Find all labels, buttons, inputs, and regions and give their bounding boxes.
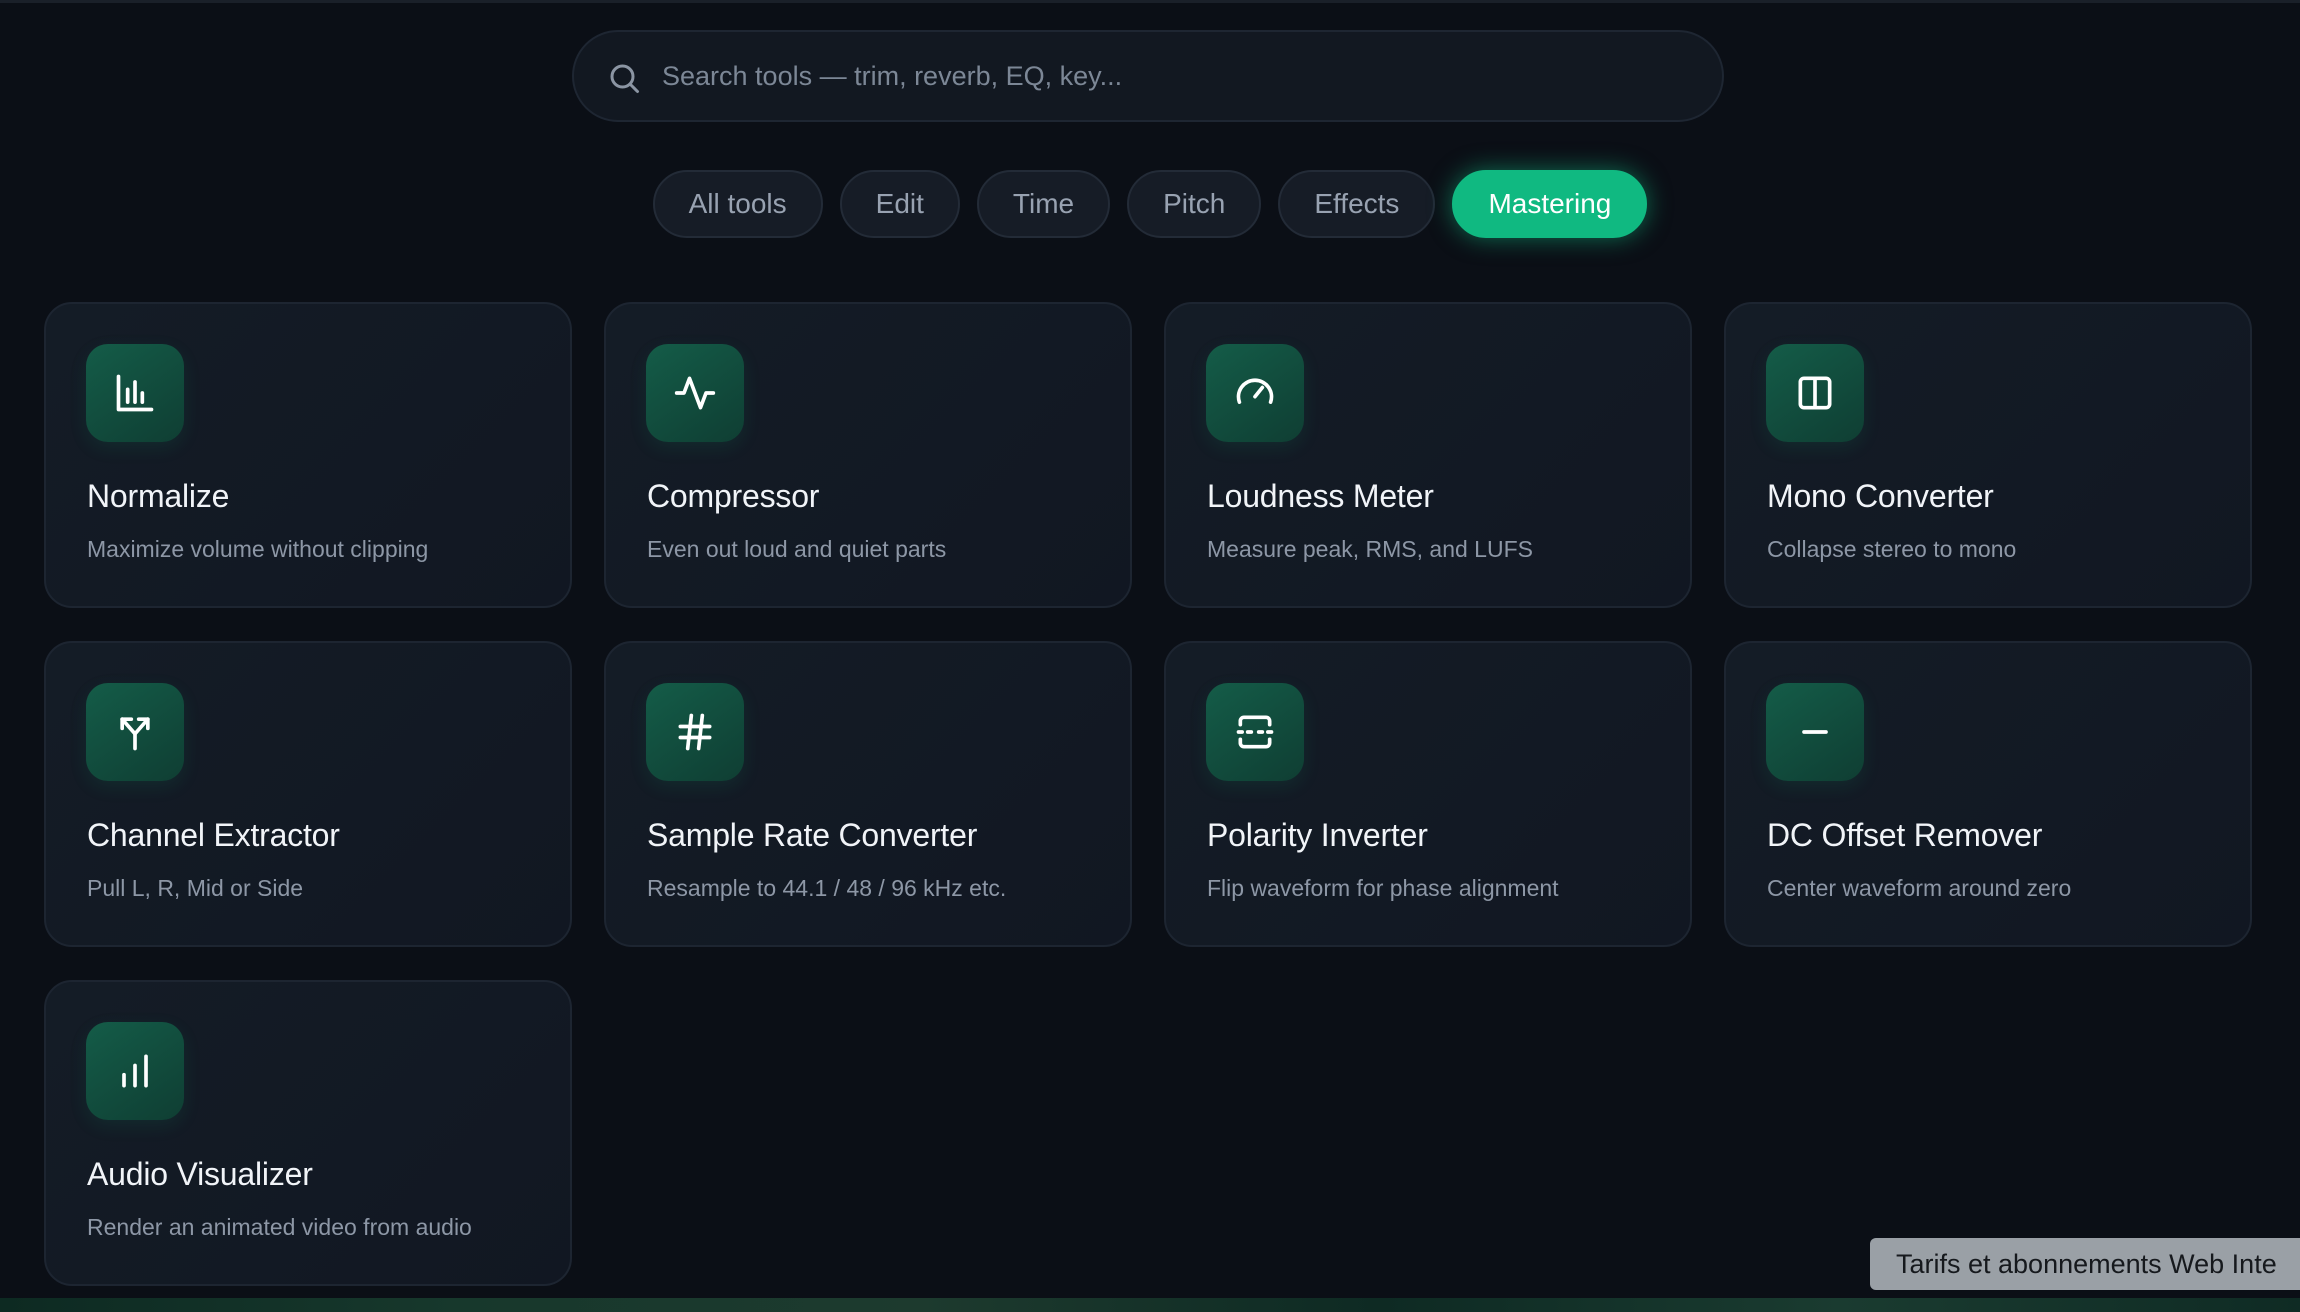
top-divider xyxy=(0,0,2300,3)
card-title: Mono Converter xyxy=(1767,478,1994,514)
card-description: Render an animated video from audio xyxy=(87,1214,472,1240)
tab-all-tools[interactable]: All tools xyxy=(652,170,823,238)
card-title: Polarity Inverter xyxy=(1207,817,1428,853)
card-description: Maximize volume without clipping xyxy=(87,536,429,562)
tab-effects[interactable]: Effects xyxy=(1278,170,1436,238)
tool-grid: Normalize Maximize volume without clippi… xyxy=(44,302,2252,1286)
tool-card-normalize[interactable]: Normalize Maximize volume without clippi… xyxy=(44,302,572,608)
card-title: Compressor xyxy=(647,478,820,514)
link-tooltip: Tarifs et abonnements Web Inte xyxy=(1870,1238,2300,1290)
gauge-icon xyxy=(1206,344,1304,442)
tab-time[interactable]: Time xyxy=(976,170,1111,238)
search-icon xyxy=(610,64,639,93)
tool-card-loudness-meter[interactable]: Loudness Meter Measure peak, RMS, and LU… xyxy=(1164,302,1692,608)
card-title: Channel Extractor xyxy=(87,817,340,853)
card-description: Even out loud and quiet parts xyxy=(647,536,947,562)
search-bar[interactable] xyxy=(572,30,1724,122)
columns-icon xyxy=(1766,344,1864,442)
tool-card-dc-offset-remover[interactable]: DC Offset Remover Center waveform around… xyxy=(1724,641,2252,947)
bar-chart-icon xyxy=(86,344,184,442)
signal-bars-icon xyxy=(86,1022,184,1120)
tool-card-mono-converter[interactable]: Mono Converter Collapse stereo to mono xyxy=(1724,302,2252,608)
card-description: Center waveform around zero xyxy=(1767,875,2072,901)
hash-icon xyxy=(646,683,744,781)
tab-mastering[interactable]: Mastering xyxy=(1452,170,1648,238)
card-description: Pull L, R, Mid or Side xyxy=(87,875,304,901)
tool-card-audio-visualizer[interactable]: Audio Visualizer Render an animated vide… xyxy=(44,980,572,1286)
card-title: Sample Rate Converter xyxy=(647,817,978,853)
card-title: Loudness Meter xyxy=(1207,478,1434,514)
category-tabs: All tools Edit Time Pitch Effects Master… xyxy=(0,170,2300,238)
card-description: Flip waveform for phase alignment xyxy=(1207,875,1559,901)
card-title: DC Offset Remover xyxy=(1767,817,2043,853)
tool-card-polarity-inverter[interactable]: Polarity Inverter Flip waveform for phas… xyxy=(1164,641,1692,947)
tab-edit[interactable]: Edit xyxy=(839,170,960,238)
card-title: Audio Visualizer xyxy=(87,1156,313,1192)
card-description: Resample to 44.1 / 48 / 96 kHz etc. xyxy=(647,875,1007,901)
tool-card-compressor[interactable]: Compressor Even out loud and quiet parts xyxy=(604,302,1132,608)
split-icon xyxy=(86,683,184,781)
card-title: Normalize xyxy=(87,478,230,514)
card-description: Measure peak, RMS, and LUFS xyxy=(1207,536,1533,562)
tab-pitch[interactable]: Pitch xyxy=(1127,170,1262,238)
minus-icon xyxy=(1766,683,1864,781)
card-description: Collapse stereo to mono xyxy=(1767,536,2017,562)
tool-card-sample-rate-converter[interactable]: Sample Rate Converter Resample to 44.1 /… xyxy=(604,641,1132,947)
activity-icon xyxy=(646,344,744,442)
search-input[interactable] xyxy=(662,32,1702,120)
tool-card-channel-extractor[interactable]: Channel Extractor Pull L, R, Mid or Side xyxy=(44,641,572,947)
flip-icon xyxy=(1206,683,1304,781)
background-strip xyxy=(0,1298,2300,1312)
